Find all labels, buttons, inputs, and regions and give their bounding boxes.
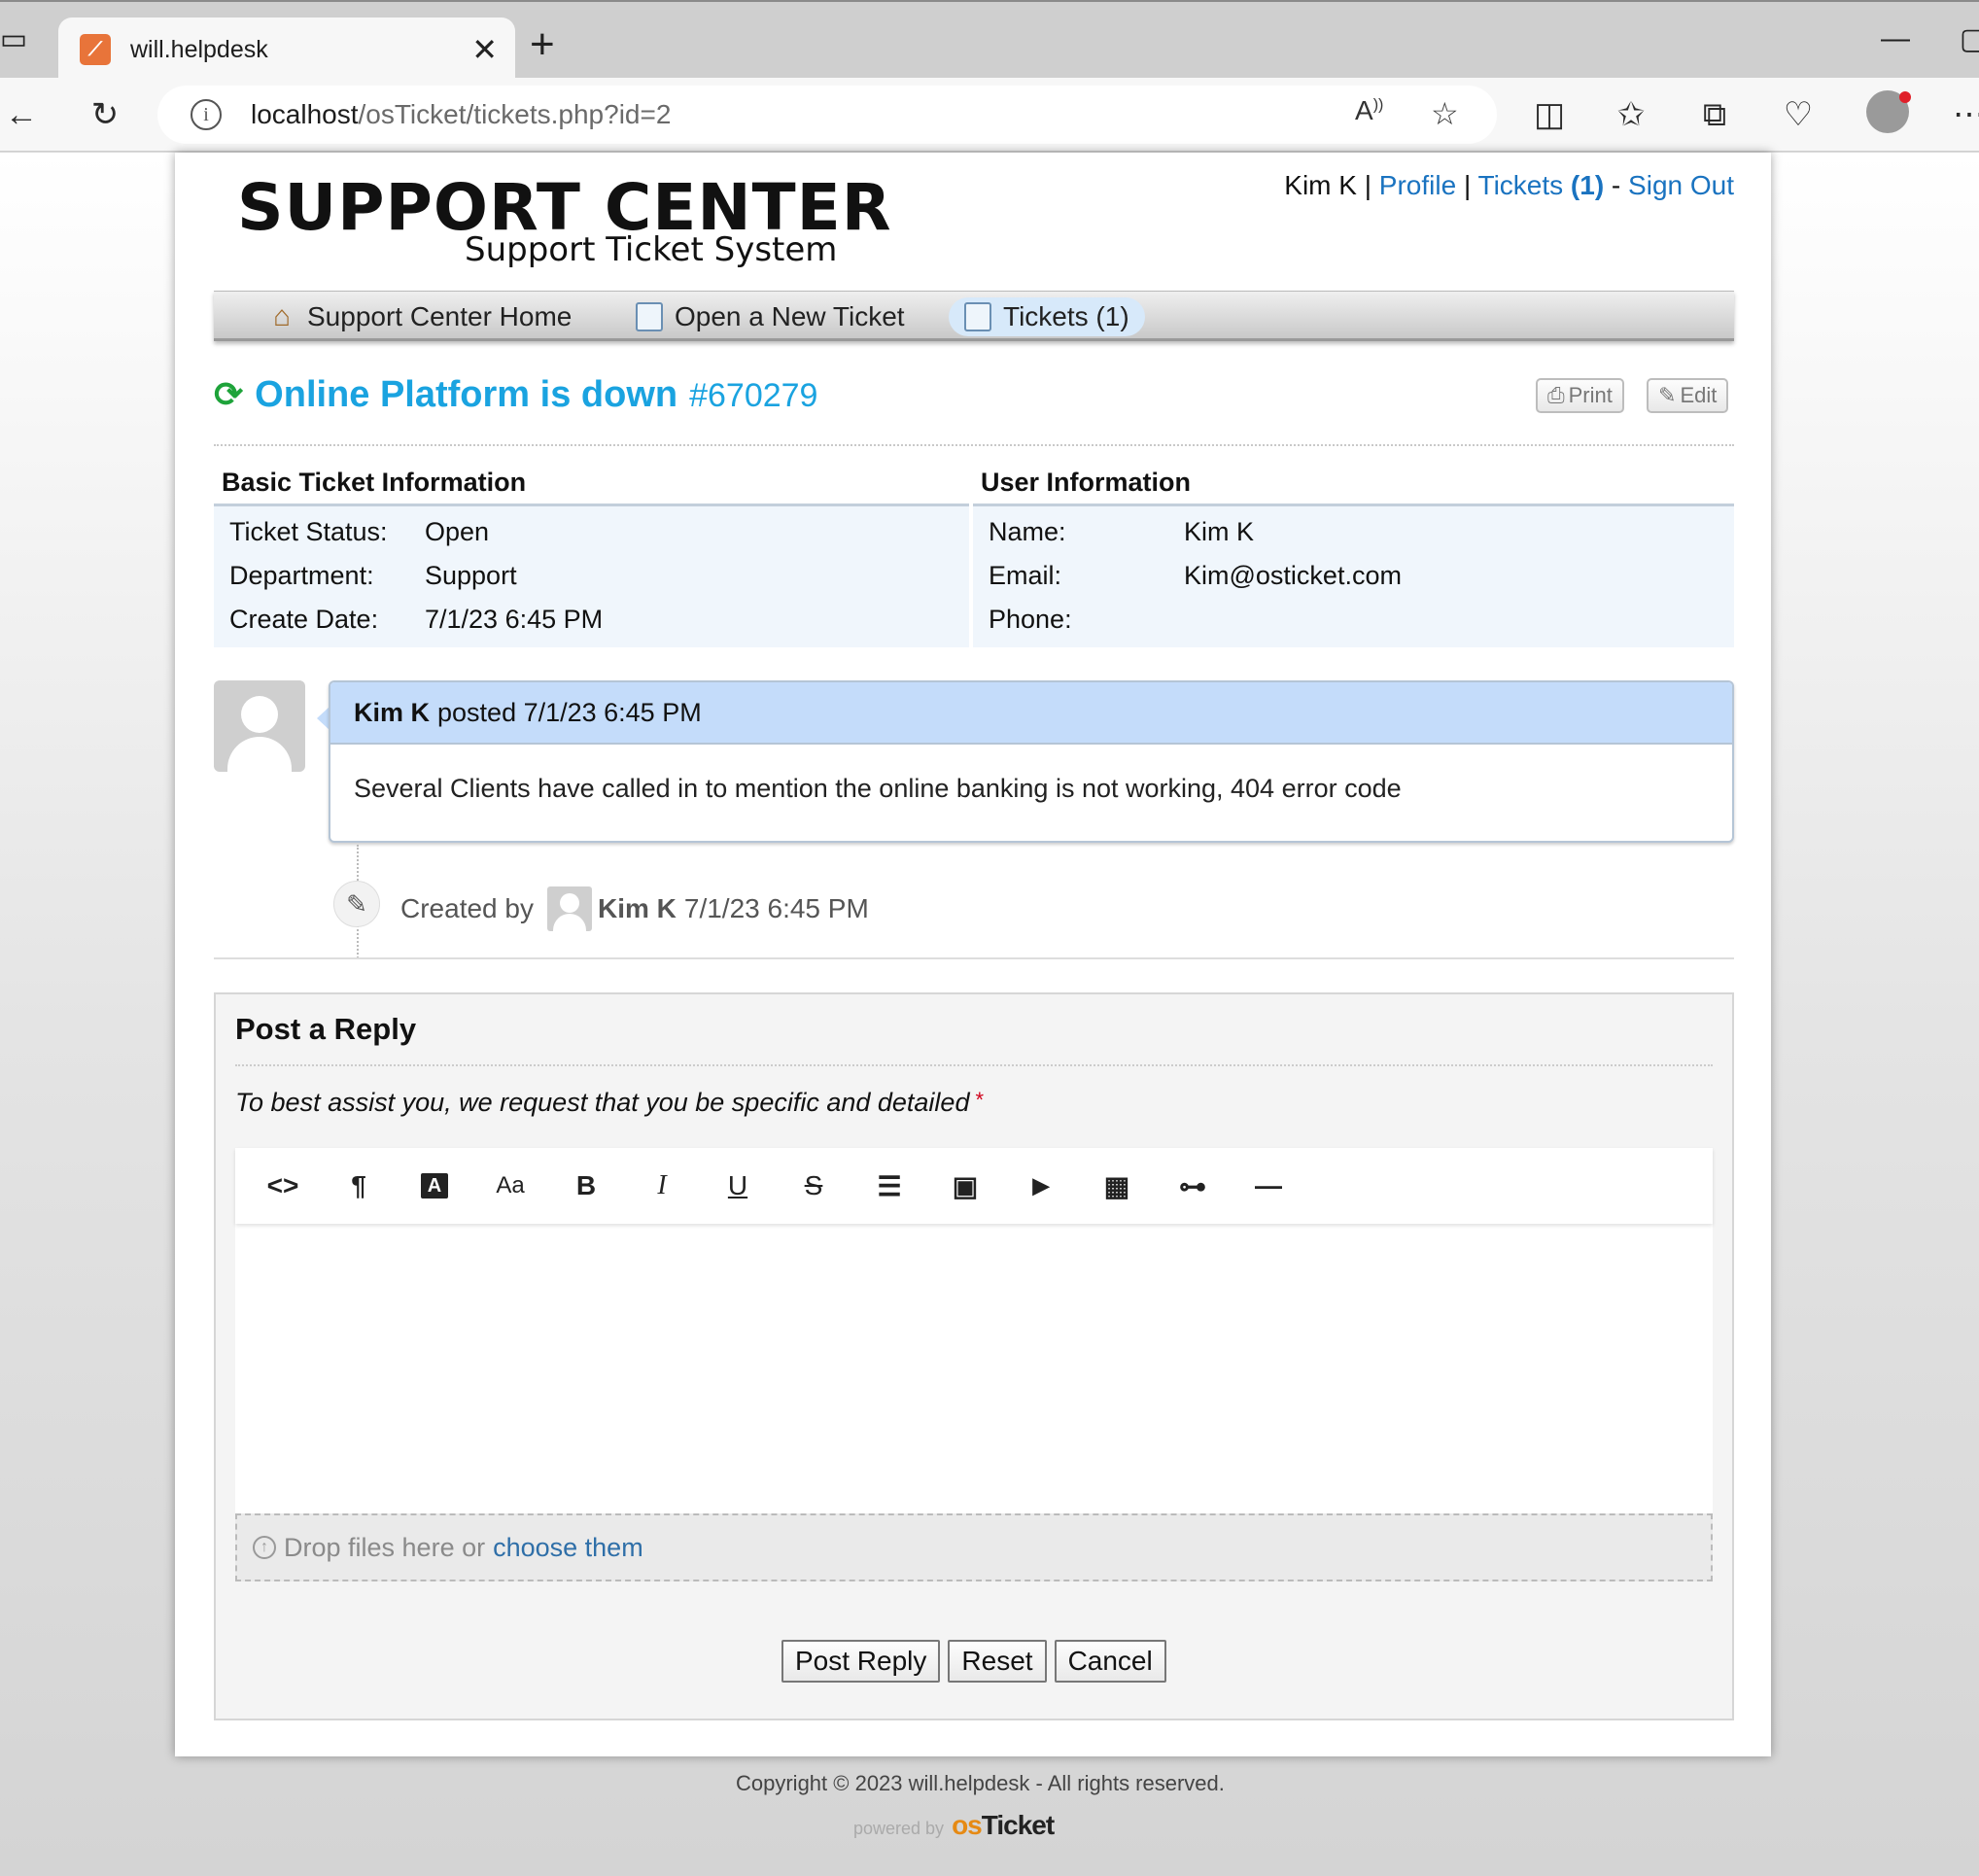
tickets-icon bbox=[964, 302, 991, 331]
image-icon[interactable]: ▣ bbox=[927, 1170, 1003, 1202]
horizontal-rule-icon[interactable]: — bbox=[1231, 1170, 1306, 1201]
post-reply-form: Post a Reply To best assist you, we requ… bbox=[214, 992, 1734, 1720]
user-info: User Information Name: Kim K Email: Kim@os… bbox=[973, 462, 1734, 647]
reply-instruction: To best assist you, we request that you … bbox=[235, 1088, 985, 1117]
favicon-icon: ⟋ bbox=[80, 34, 111, 65]
user-name: Kim K bbox=[1284, 170, 1357, 200]
event-author: Kim K bbox=[597, 893, 677, 923]
basic-info-heading: Basic Ticket Information bbox=[214, 462, 969, 506]
browser-tab-bar: ▭ ⟋ will.helpdesk ✕ + — ▢ bbox=[0, 0, 1979, 82]
magic-wand-icon: ✎ bbox=[333, 881, 380, 927]
underline-icon[interactable]: U bbox=[700, 1170, 776, 1201]
info-row-email: Email: Kim@osticket.com bbox=[989, 561, 1402, 590]
osticket-logo: osTicket bbox=[952, 1810, 1055, 1840]
nav-open-new-ticket[interactable]: Open a New Ticket bbox=[620, 297, 920, 336]
cancel-button[interactable]: Cancel bbox=[1054, 1640, 1166, 1683]
info-row-create-date: Create Date: 7/1/23 6:45 PM bbox=[229, 605, 604, 634]
avatar bbox=[546, 886, 592, 931]
browser-tab[interactable]: ⟋ will.helpdesk ✕ bbox=[58, 17, 515, 82]
basic-ticket-info: Basic Ticket Information Ticket Status: O… bbox=[214, 462, 969, 647]
ticket-title: ⟳ Online Platform is down #670279 bbox=[214, 374, 817, 416]
print-button[interactable]: ⎙ Print bbox=[1536, 378, 1624, 413]
home-icon: ⌂ bbox=[272, 300, 292, 332]
ticket-number: #670279 bbox=[689, 377, 818, 414]
nav-tickets[interactable]: Tickets (1) bbox=[949, 297, 1145, 336]
info-row-department: Department: Support bbox=[229, 561, 517, 590]
maximize-icon[interactable]: ▢ bbox=[1954, 19, 1979, 58]
bold-icon[interactable]: B bbox=[548, 1170, 624, 1201]
avatar bbox=[214, 680, 305, 772]
table-icon[interactable]: ▦ bbox=[1079, 1170, 1155, 1202]
html-icon[interactable]: <> bbox=[245, 1170, 321, 1201]
user-info-heading: User Information bbox=[973, 462, 1734, 506]
thread-message: Kim K posted 7/1/23 6:45 PM Several Clie… bbox=[329, 680, 1734, 843]
print-icon: ⎙ bbox=[1547, 383, 1565, 407]
profile-link[interactable]: Profile bbox=[1379, 170, 1456, 200]
browser-essentials-icon[interactable]: ♡ bbox=[1773, 89, 1823, 140]
font-size-icon[interactable]: Aa bbox=[472, 1172, 548, 1199]
info-row-status: Ticket Status: Open bbox=[229, 517, 490, 546]
address-bar[interactable]: i localhost/osTicket/tickets.php?id=2 A)… bbox=[157, 86, 1497, 144]
tab-actions-icon[interactable]: ▭ bbox=[0, 19, 33, 58]
message-body: Several Clients have called in to mentio… bbox=[354, 774, 1402, 803]
strikethrough-icon[interactable]: S bbox=[776, 1170, 851, 1201]
font-color-icon[interactable]: A bbox=[397, 1173, 472, 1199]
thread-event: Created by Kim K 7/1/23 6:45 PM bbox=[400, 886, 869, 931]
divider bbox=[235, 1064, 1713, 1066]
new-tab-icon[interactable]: + bbox=[530, 23, 555, 66]
edit-button[interactable]: ✎ Edit bbox=[1647, 378, 1729, 413]
upload-icon: ↑ bbox=[253, 1536, 276, 1559]
more-menu-icon[interactable]: ⋯ bbox=[1944, 89, 1979, 140]
italic-icon[interactable]: I bbox=[624, 1170, 700, 1201]
required-mark: * bbox=[975, 1088, 985, 1112]
message-header: Kim K posted 7/1/23 6:45 PM bbox=[330, 682, 1732, 745]
ticket-subject[interactable]: Online Platform is down bbox=[255, 374, 677, 416]
url-text[interactable]: localhost/osTicket/tickets.php?id=2 bbox=[251, 99, 671, 130]
back-icon[interactable]: ← bbox=[0, 89, 47, 140]
powered-by[interactable]: powered by osTicket bbox=[853, 1810, 1055, 1841]
message-author: Kim K bbox=[354, 697, 431, 727]
info-row-phone: Phone: bbox=[989, 605, 1072, 634]
collections-icon[interactable]: ⧉ bbox=[1689, 89, 1740, 140]
message-posted-time: posted 7/1/23 6:45 PM bbox=[437, 697, 702, 727]
tab-title: will.helpdesk bbox=[130, 35, 268, 63]
main-nav: ⌂ Support Center Home Open a New Ticket … bbox=[214, 291, 1734, 341]
user-links: Kim K | Profile | Tickets (1) - Sign Out bbox=[1284, 170, 1734, 200]
editor-toolbar: <> ¶ A Aa B I U S ☰ ▣ ▶ ▦ ⊶ — bbox=[235, 1148, 1713, 1224]
sign-out-link[interactable]: Sign Out bbox=[1628, 170, 1734, 200]
minimize-icon[interactable]: — bbox=[1876, 19, 1915, 58]
logo-subtitle: Support Ticket System bbox=[465, 230, 838, 269]
copyright: Copyright © 2023 will.helpdesk - All rig… bbox=[736, 1771, 1225, 1795]
form-buttons: Post Reply Reset Cancel bbox=[781, 1640, 1166, 1683]
new-ticket-icon bbox=[636, 302, 663, 331]
file-dropzone[interactable]: ↑ Drop files here or choose them bbox=[235, 1513, 1713, 1581]
list-icon[interactable]: ☰ bbox=[851, 1170, 927, 1202]
split-screen-icon[interactable]: ◫ bbox=[1524, 89, 1575, 140]
divider bbox=[214, 957, 1734, 959]
event-time: 7/1/23 6:45 PM bbox=[683, 893, 869, 923]
favorite-star-icon[interactable]: ☆ bbox=[1431, 95, 1459, 132]
close-tab-icon[interactable]: ✕ bbox=[471, 31, 498, 68]
post-reply-button[interactable]: Post Reply bbox=[781, 1640, 941, 1683]
nav-support-center-home[interactable]: ⌂ Support Center Home bbox=[253, 297, 587, 336]
choose-files-link[interactable]: choose them bbox=[493, 1533, 643, 1563]
reload-icon[interactable]: ↻ bbox=[80, 89, 130, 140]
tickets-link[interactable]: Tickets (1) bbox=[1478, 170, 1605, 200]
main-container: SUPPORT CENTER Support Ticket System Kim… bbox=[175, 153, 1771, 1756]
video-icon[interactable]: ▶ bbox=[1003, 1173, 1079, 1199]
read-aloud-icon[interactable]: A)) bbox=[1355, 95, 1383, 126]
browser-toolbar: ← ↻ i localhost/osTicket/tickets.php?id=… bbox=[0, 78, 1979, 152]
notification-dot bbox=[1899, 91, 1911, 103]
reset-button[interactable]: Reset bbox=[948, 1640, 1047, 1683]
rich-text-editor[interactable]: <> ¶ A Aa B I U S ☰ ▣ ▶ ▦ ⊶ — bbox=[235, 1148, 1713, 1513]
reply-title: Post a Reply bbox=[235, 1012, 417, 1046]
edit-icon: ✎ bbox=[1658, 383, 1677, 407]
paragraph-icon[interactable]: ¶ bbox=[321, 1170, 397, 1201]
info-row-name: Name: Kim K bbox=[989, 517, 1255, 546]
favorites-icon[interactable]: ✩ bbox=[1606, 89, 1656, 140]
refresh-icon[interactable]: ⟳ bbox=[214, 374, 243, 415]
site-info-icon[interactable]: i bbox=[191, 99, 222, 130]
link-icon[interactable]: ⊶ bbox=[1155, 1170, 1231, 1202]
divider bbox=[214, 444, 1734, 446]
